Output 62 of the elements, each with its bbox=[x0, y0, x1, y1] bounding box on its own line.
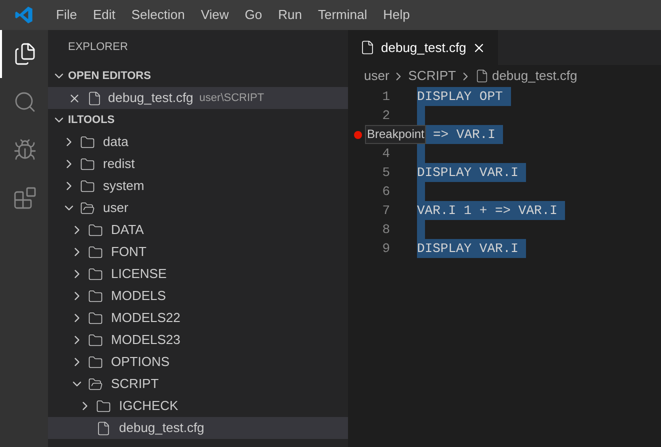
menu-item[interactable]: Help bbox=[375, 5, 418, 25]
tree-item[interactable]: debug_test.cfg bbox=[48, 417, 348, 439]
folder-icon bbox=[88, 332, 103, 348]
folder-icon bbox=[80, 178, 95, 194]
line-number: 8 bbox=[382, 220, 390, 239]
line-number: 4 bbox=[382, 144, 390, 163]
tree-item[interactable]: redist bbox=[48, 153, 348, 175]
breadcrumb-item[interactable]: user bbox=[364, 66, 390, 86]
menu-item[interactable]: Go bbox=[236, 5, 270, 25]
tree-item[interactable]: IGCHECK bbox=[48, 395, 348, 417]
line-number: 9 bbox=[382, 240, 390, 258]
breadcrumb-item[interactable]: SCRIPT bbox=[408, 66, 456, 86]
app-logo-icon bbox=[14, 5, 34, 25]
tree-item[interactable]: MODELS23 bbox=[48, 329, 348, 351]
tree-item[interactable]: OPTIONS bbox=[48, 351, 348, 373]
blocks-icon bbox=[13, 186, 37, 210]
section-header[interactable]: ILTOOLS bbox=[48, 109, 348, 131]
files-icon bbox=[13, 42, 37, 66]
folder-icon bbox=[80, 134, 95, 150]
folder-icon bbox=[88, 288, 103, 304]
line-number: 7 bbox=[382, 202, 390, 220]
line-number: 5 bbox=[382, 164, 390, 182]
line-number: 2 bbox=[382, 106, 390, 125]
breadcrumb-item[interactable]: debug_test.cfg bbox=[492, 66, 578, 86]
folder-icon bbox=[88, 244, 103, 260]
folder-icon bbox=[80, 156, 95, 172]
line-number: 1 bbox=[382, 88, 390, 106]
tree-item[interactable]: system bbox=[48, 175, 348, 197]
file-icon bbox=[474, 69, 489, 83]
folder-icon bbox=[80, 200, 95, 216]
menu-item[interactable]: Edit bbox=[84, 5, 124, 25]
tree-item[interactable]: DATA bbox=[48, 219, 348, 241]
tree-item[interactable]: MODELS bbox=[48, 285, 348, 307]
search-icon bbox=[13, 90, 37, 114]
folder-icon bbox=[88, 354, 103, 370]
file-icon bbox=[96, 420, 111, 436]
tree-item[interactable]: FONT bbox=[48, 241, 348, 263]
file-icon bbox=[360, 40, 375, 55]
close-icon[interactable] bbox=[68, 92, 81, 104]
bug-icon bbox=[13, 138, 37, 162]
tooltip: Breakpoint bbox=[365, 125, 426, 144]
menu-item[interactable]: View bbox=[192, 5, 237, 25]
folder-icon bbox=[88, 266, 103, 282]
menu-item[interactable]: Terminal bbox=[310, 5, 376, 25]
menu-item[interactable]: Selection bbox=[123, 5, 193, 25]
file-icon bbox=[87, 90, 102, 106]
tree-item[interactable]: user bbox=[48, 197, 348, 219]
menu-item[interactable]: Run bbox=[270, 5, 310, 25]
editor-tab[interactable]: debug_test.cfg bbox=[348, 30, 498, 65]
folder-icon bbox=[88, 376, 103, 392]
open-editor-item[interactable]: debug_test.cfg user\SCRIPT bbox=[48, 87, 348, 109]
folder-icon bbox=[88, 222, 103, 238]
tree-item[interactable]: SCRIPT bbox=[48, 373, 348, 395]
section-header[interactable]: OPEN EDITORS bbox=[48, 65, 348, 87]
tree-item[interactable]: data bbox=[48, 131, 348, 153]
line-number: 6 bbox=[382, 182, 390, 201]
folder-icon bbox=[96, 398, 111, 414]
panel-title: EXPLORER bbox=[68, 40, 128, 56]
tree-item[interactable]: MODELS22 bbox=[48, 307, 348, 329]
menu-item[interactable]: File bbox=[48, 5, 85, 25]
tree-item[interactable]: LICENSE bbox=[48, 263, 348, 285]
folder-icon bbox=[88, 310, 103, 326]
